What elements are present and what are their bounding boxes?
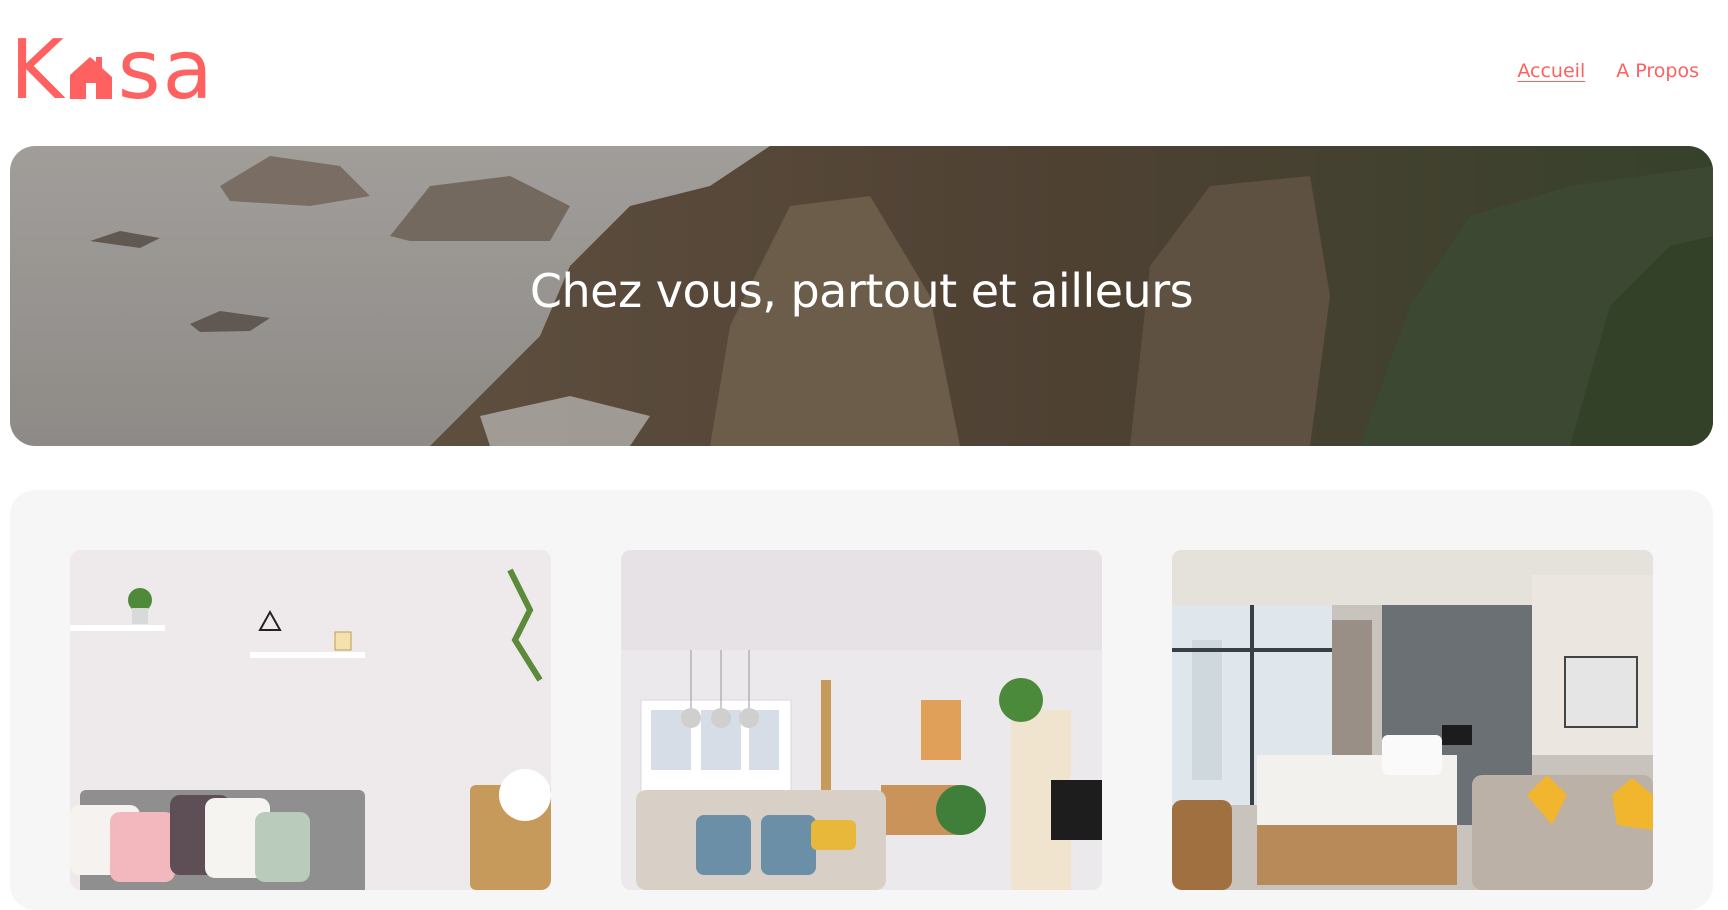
listings-gallery — [10, 490, 1713, 910]
listing-photo — [70, 550, 551, 890]
listing-card[interactable] — [70, 550, 551, 890]
hero-banner: Chez vous, partout et ailleurs — [10, 146, 1713, 446]
kasa-logo[interactable]: K sa — [10, 23, 222, 118]
nav-link-accueil[interactable]: Accueil — [1517, 60, 1585, 82]
listing-photo — [621, 550, 1102, 890]
listing-photo — [1172, 550, 1653, 890]
banner-title: Chez vous, partout et ailleurs — [529, 264, 1194, 318]
logo-letter-k: K — [10, 23, 66, 118]
listing-card[interactable] — [1172, 550, 1653, 890]
house-icon — [69, 57, 112, 99]
site-header: K sa Accueil A Propos — [0, 0, 1728, 146]
nav-link-a-propos[interactable]: A Propos — [1616, 60, 1699, 82]
listing-card[interactable] — [621, 550, 1102, 890]
main-nav: Accueil A Propos — [1517, 60, 1699, 82]
logo-letters-sa: sa — [117, 23, 215, 118]
